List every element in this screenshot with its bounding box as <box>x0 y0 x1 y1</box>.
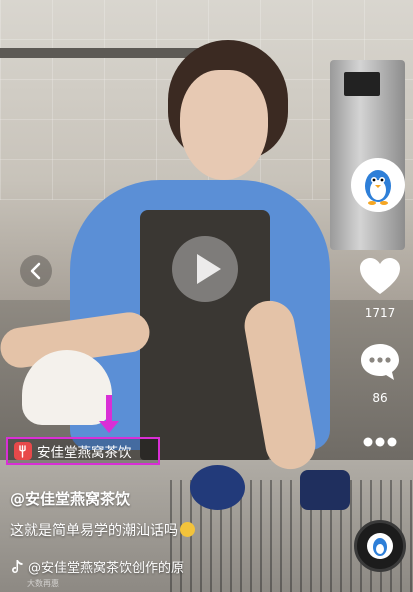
penguin-avatar-icon <box>353 160 403 210</box>
music-disc[interactable] <box>354 520 406 572</box>
comment-icon <box>361 344 399 380</box>
music-info[interactable]: @安佳堂燕窝茶饮创作的原 <box>10 557 184 576</box>
music-disc-avatar <box>367 533 393 559</box>
more-button[interactable] <box>355 432 405 456</box>
location-tag-label: 安佳堂燕窝茶饮 <box>37 445 132 461</box>
like-action[interactable]: 1717 <box>355 254 405 320</box>
drink-machine <box>330 60 405 250</box>
video-caption: 这就是简单易学的潮汕话吗 <box>10 520 195 540</box>
caption-text: 这就是简单易学的潮汕话吗 <box>10 523 178 539</box>
creator-avatar[interactable] <box>351 158 405 212</box>
tiktok-note-icon <box>12 559 23 573</box>
watermark: 大数再惠 <box>27 579 59 588</box>
annotation-arrow-head <box>99 421 119 433</box>
music-text: @安佳堂燕窝茶饮创作的原 <box>28 561 185 576</box>
comment-count: 86 <box>372 391 388 405</box>
shelf <box>0 48 200 58</box>
more-dots-icon <box>363 437 397 447</box>
comment-action[interactable]: 86 <box>355 339 405 405</box>
fork-icon <box>14 442 32 460</box>
chevron-left-icon <box>30 262 41 280</box>
creator-username[interactable]: @安佳堂燕窝茶饮 <box>10 488 130 509</box>
heart-icon <box>360 258 400 294</box>
back-button[interactable] <box>20 255 52 287</box>
cup <box>190 465 245 510</box>
person-face <box>180 70 268 180</box>
smile-emoji-icon <box>180 522 195 537</box>
play-icon <box>197 254 221 284</box>
teapot <box>300 470 350 510</box>
like-count: 1717 <box>364 306 396 320</box>
location-tag[interactable]: 安佳堂燕窝茶饮 <box>6 437 160 465</box>
play-button[interactable] <box>172 236 238 302</box>
